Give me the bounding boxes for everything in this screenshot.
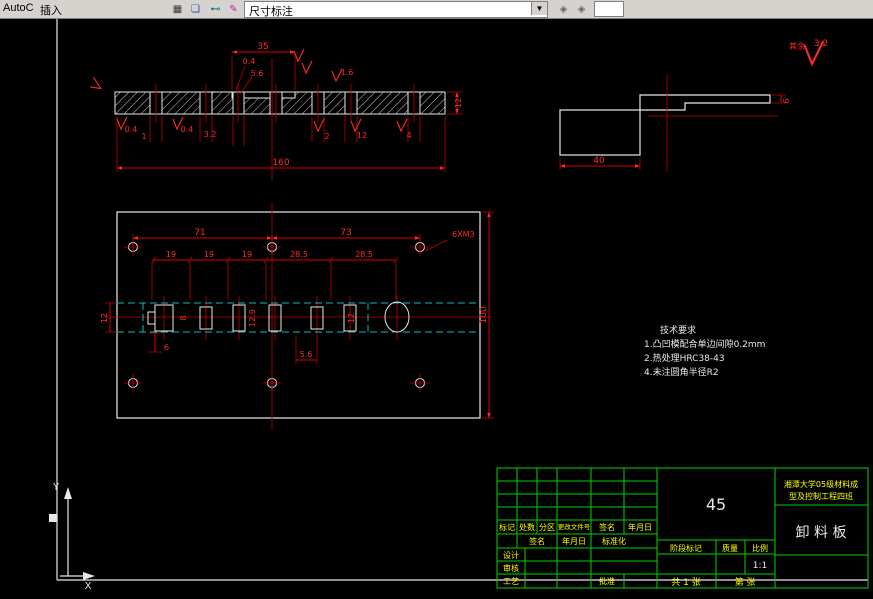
dim-text: 0.4 bbox=[181, 125, 194, 134]
chevron-down-icon[interactable]: ▼ bbox=[531, 2, 547, 15]
tb-label-audit: 审核 bbox=[503, 563, 519, 573]
dim-text: 12 bbox=[100, 313, 109, 323]
view-3d-icon[interactable]: ◈ bbox=[554, 1, 573, 18]
dim-text: 8 bbox=[179, 315, 188, 320]
ucs-x-label: X bbox=[85, 581, 92, 592]
tb-label-zone: 分区 bbox=[539, 523, 555, 532]
title-block: 标记 处数 分区 更改文件号 签名 年月日 签名 年月日 标准化 设计 审核 工… bbox=[496, 467, 869, 589]
tb-label-design: 设计 bbox=[503, 550, 519, 560]
dim-text: 160 bbox=[272, 158, 289, 168]
dim-text: 12 bbox=[357, 131, 367, 140]
hatch-icon[interactable]: ❏ bbox=[186, 1, 205, 18]
dim-text: 6 bbox=[164, 343, 169, 352]
tb-label-sign2: 签名 bbox=[529, 536, 545, 546]
drawing-canvas[interactable]: 35 0.4 5.6 1.6 12 160 0.4 1 0.4 3.2 2 12… bbox=[0, 0, 873, 599]
dim-text: 35 bbox=[257, 42, 268, 52]
dim-text: 1 bbox=[141, 132, 146, 141]
dim-text: 71 bbox=[194, 228, 205, 238]
roughness-icon bbox=[350, 118, 362, 133]
ucs-y-label: Y bbox=[52, 482, 60, 493]
dim-text: 3.2 bbox=[204, 130, 217, 139]
tech-line: 4.未注圆角半径R2 bbox=[644, 366, 719, 378]
dim-text: 12 bbox=[347, 313, 356, 323]
tb-part-name: 卸 料 板 bbox=[796, 525, 847, 541]
orbit-icon[interactable]: ◈ bbox=[572, 1, 591, 18]
section-view[interactable]: 35 0.4 5.6 1.6 12 160 0.4 1 0.4 3.2 2 12… bbox=[88, 42, 463, 180]
tb-sheet-no: 第 张 bbox=[735, 576, 756, 588]
tb-school-line1: 湘潭大学05级材料成 bbox=[784, 479, 858, 489]
tech-line: 1.凸凹模配合单边间隙0.2mm bbox=[644, 338, 765, 350]
dim-text: 100 bbox=[479, 306, 489, 323]
dim-text: 28.5 bbox=[355, 250, 373, 259]
dim-text: 28.5 bbox=[290, 250, 308, 259]
side-view[interactable]: 40 6 bbox=[559, 75, 791, 172]
ucs-icon: Y X bbox=[52, 482, 95, 592]
tb-label-count: 处数 bbox=[519, 522, 535, 532]
dim-text: 19 bbox=[166, 250, 176, 259]
dim-text: 12 bbox=[454, 98, 463, 108]
block-icon[interactable]: ▦ bbox=[168, 1, 187, 18]
tb-label-approve: 批准 bbox=[599, 576, 615, 586]
tb-label-mark: 标记 bbox=[499, 522, 515, 532]
dim-text: 40 bbox=[593, 156, 605, 166]
ucs-y-arrow bbox=[64, 487, 72, 499]
tech-title: 技术要求 bbox=[660, 324, 696, 336]
roughness-icon bbox=[90, 77, 102, 90]
thread-note: 6XM3 bbox=[452, 230, 475, 239]
dim-text: 2 bbox=[324, 132, 329, 141]
dim-text: 5.6 bbox=[300, 350, 313, 359]
roughness-prefix: 其余 bbox=[789, 41, 805, 51]
tech-requirements: 技术要求 1.凸凹模配合单边间隙0.2mm 2.热处理HRC38-43 4.未注… bbox=[644, 324, 765, 378]
tb-label-mass: 质量 bbox=[722, 543, 738, 553]
side-dimensions[interactable]: 40 6 bbox=[559, 94, 791, 170]
dim-text: 5.6 bbox=[251, 69, 264, 78]
tb-label-ratio: 比例 bbox=[752, 543, 768, 553]
dim-text: 12.9 bbox=[248, 309, 257, 327]
roughness-icon bbox=[301, 60, 313, 75]
grip-handle[interactable] bbox=[49, 514, 57, 522]
dim-text: 4 bbox=[406, 131, 411, 140]
tb-material: 45 bbox=[706, 495, 726, 514]
menu-insert[interactable]: 插入 bbox=[40, 2, 62, 18]
tb-sheet-total: 共 1 张 bbox=[671, 577, 700, 588]
dim-text: 73 bbox=[340, 228, 351, 238]
dim-text: 0.4 bbox=[243, 57, 256, 66]
window-title-fragment: AutoC bbox=[3, 2, 34, 14]
ucs-x-arrow bbox=[83, 572, 95, 580]
plan-view[interactable]: 71 73 19 19 19 28.5 28.5 6XM3 100 8 12.9… bbox=[100, 202, 494, 430]
plan-centerlines bbox=[105, 202, 492, 430]
tb-label-sign: 签名 bbox=[599, 522, 615, 532]
tech-line: 2.热处理HRC38-43 bbox=[644, 352, 725, 364]
roughness-icon bbox=[396, 118, 408, 133]
dim-text: 19 bbox=[242, 250, 252, 259]
roughness-icon bbox=[293, 48, 305, 63]
dim-text: 0.4 bbox=[125, 125, 138, 134]
tb-label-stage: 阶段标记 bbox=[670, 543, 702, 553]
tb-label-file: 更改文件号 bbox=[558, 522, 591, 531]
dimstyle-value: 尺寸标注 bbox=[249, 6, 293, 18]
tb-label-craft: 工艺 bbox=[503, 577, 519, 586]
dim-linear-icon[interactable]: ⊷ bbox=[206, 1, 225, 18]
tb-label-std: 标准化 bbox=[602, 536, 626, 546]
dim-text: 19 bbox=[204, 250, 214, 259]
plan-hidden-lines bbox=[117, 302, 480, 333]
plan-dimensions[interactable]: 71 73 19 19 19 28.5 28.5 6XM3 100 8 12.9… bbox=[100, 211, 494, 419]
tb-label-date2: 年月日 bbox=[562, 536, 586, 546]
roughness-icon bbox=[313, 118, 325, 133]
dim-text: 6 bbox=[782, 98, 791, 103]
roughness-note: 其余 3.2 bbox=[789, 39, 828, 67]
dim-style-icon[interactable]: ✎ bbox=[224, 1, 243, 18]
top-toolbar: AutoC 插入 ▦ ❏ ⊷ ✎ 尺寸标注 ▼ ◈ ◈ bbox=[0, 0, 873, 19]
tb-school-line2: 型及控制工程四班 bbox=[789, 491, 853, 501]
tb-ratio-value: 1:1 bbox=[753, 561, 767, 571]
plan-holes bbox=[124, 238, 429, 392]
toolbar-field[interactable] bbox=[594, 1, 624, 17]
dim-text: 1.6 bbox=[341, 68, 354, 77]
tb-label-date: 年月日 bbox=[628, 522, 652, 532]
dimstyle-combobox[interactable]: 尺寸标注 ▼ bbox=[244, 1, 548, 18]
